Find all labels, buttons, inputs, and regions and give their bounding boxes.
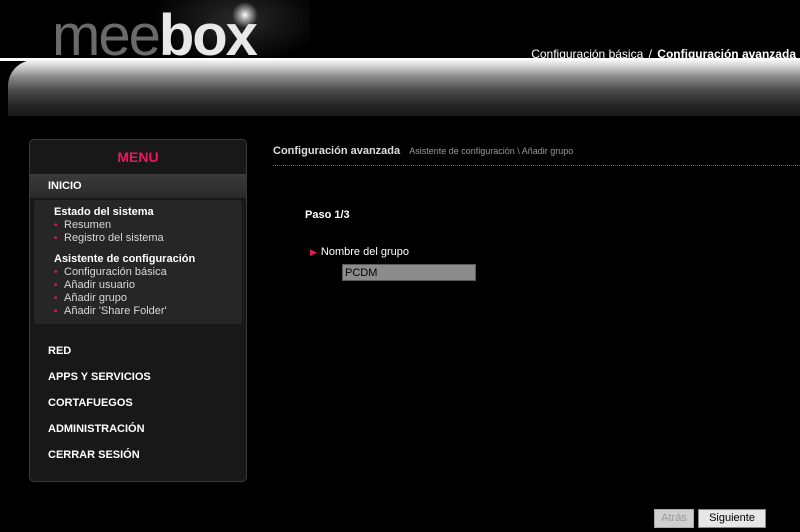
link-basic-config[interactable]: Configuración básica (531, 47, 643, 61)
submenu-link-resumen[interactable]: Resumen (54, 219, 242, 232)
sidebar-nav-list: RED APPS Y SERVICIOS CORTAFUEGOS ADMINIS… (30, 338, 246, 468)
submenu-link-anadir-usuario[interactable]: Añadir usuario (54, 279, 242, 292)
link-advanced-config[interactable]: Configuración avanzada (657, 47, 796, 61)
sidebar-item-apps[interactable]: APPS Y SERVICIOS (30, 364, 246, 390)
logo-star-icon (232, 2, 258, 28)
submenu-link-registro[interactable]: Registro del sistema (54, 232, 242, 245)
divider (273, 165, 800, 166)
submenu-head-asistente: Asistente de configuración (54, 253, 196, 265)
section-title: Configuración avanzada (273, 145, 401, 157)
arrow-right-icon: ▶ (310, 247, 317, 257)
next-button[interactable]: Siguiente (698, 509, 766, 528)
header: meebox Configuración básica / Configurac… (0, 0, 800, 118)
step-indicator: Paso 1/3 (305, 209, 350, 221)
sidebar-item-administracion[interactable]: ADMINISTRACIÓN (30, 416, 246, 442)
submenu-link-anadir-grupo[interactable]: Añadir grupo (54, 292, 242, 305)
group-name-label-text: Nombre del grupo (320, 246, 409, 258)
submenu-link-config-basica[interactable]: Configuración básica (54, 266, 242, 279)
group-name-input[interactable] (342, 264, 476, 281)
group-name-label: ▶ Nombre del grupo (310, 246, 409, 258)
back-button[interactable]: Atrás (654, 509, 694, 528)
sidebar-menu: MENU INICIO Estado del sistema Resumen R… (29, 139, 247, 482)
link-separator: / (648, 47, 652, 61)
sidebar-item-inicio[interactable]: INICIO (30, 174, 246, 198)
submenu-link-share-folder[interactable]: Añadir 'Share Folder' (54, 305, 242, 318)
sidebar-item-cortafuegos[interactable]: CORTAFUEGOS (30, 390, 246, 416)
sidebar-item-red[interactable]: RED (30, 338, 246, 364)
header-bar (8, 60, 800, 116)
menu-title: MENU (117, 149, 159, 165)
submenu-inicio: Estado del sistema Resumen Registro del … (34, 200, 242, 324)
breadcrumb-path: Asistente de configuración \ Añadir grup… (409, 146, 574, 156)
breadcrumb: Configuración avanzada Asistente de conf… (273, 145, 573, 157)
submenu-head-estado: Estado del sistema (54, 206, 154, 218)
top-links: Configuración básica / Configuración ava… (531, 47, 796, 61)
logo: meebox (52, 6, 258, 66)
sidebar-item-cerrar-sesion[interactable]: CERRAR SESIÓN (30, 442, 246, 468)
